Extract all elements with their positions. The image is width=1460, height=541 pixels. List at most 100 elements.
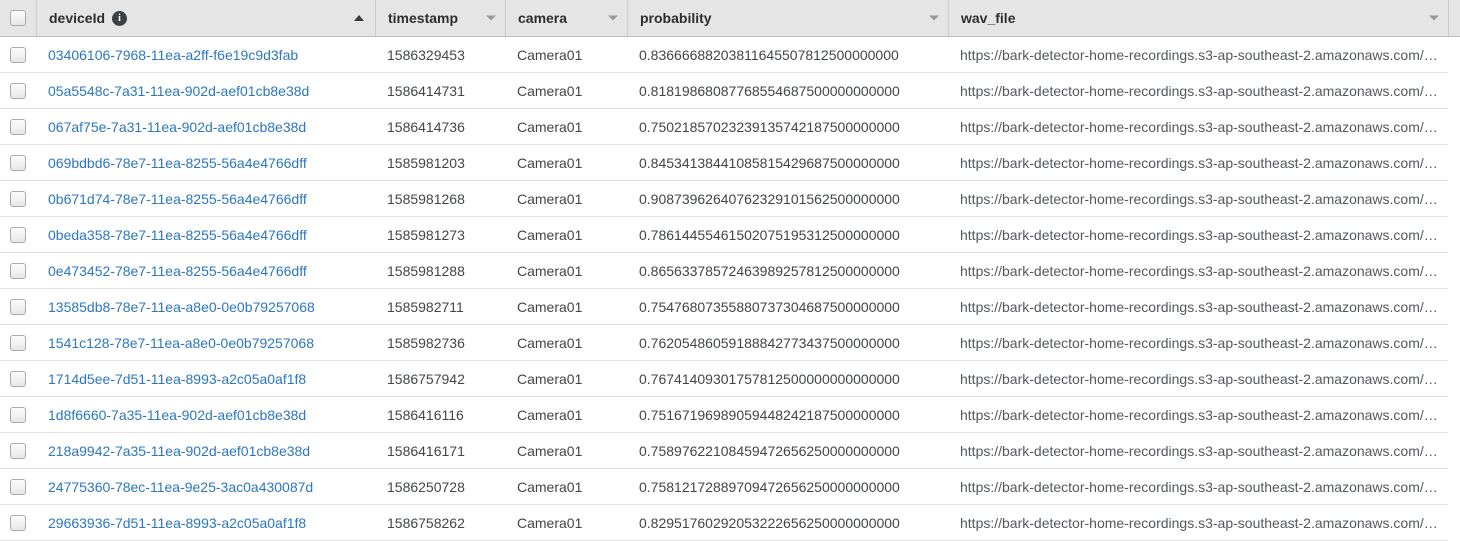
camera-cell: Camera01 (505, 469, 627, 505)
select-all-cell (0, 0, 36, 36)
table-row: 0beda358-78e7-11ea-8255-56a4e4766dff 158… (0, 217, 1460, 253)
timestamp-cell: 1586414731 (375, 73, 505, 109)
probability-cell: 0.75021857023239135742187500000000 (627, 109, 948, 145)
wav-file-cell: https://bark-detector-home-recordings.s3… (948, 253, 1448, 289)
timestamp-cell: 1585981268 (375, 181, 505, 217)
column-header-timestamp[interactable]: timestamp (375, 0, 505, 36)
row-filler-cell (1448, 217, 1460, 253)
probability-cell: 0.90873962640762329101562500000000 (627, 181, 948, 217)
row-checkbox[interactable] (10, 190, 26, 207)
column-header-deviceid[interactable]: deviceId i (36, 0, 375, 36)
device-id-link[interactable]: 24775360-78ec-11ea-9e25-3ac0a430087d (48, 479, 313, 495)
row-checkbox[interactable] (10, 262, 26, 279)
device-id-link[interactable]: 29663936-7d51-11ea-8993-a2c05a0af1f8 (48, 515, 306, 531)
row-filler-cell (1448, 397, 1460, 433)
row-checkbox[interactable] (10, 334, 26, 351)
device-id-link[interactable]: 0b671d74-78e7-11ea-8255-56a4e4766dff (48, 191, 307, 207)
camera-cell: Camera01 (505, 433, 627, 469)
camera-cell: Camera01 (505, 505, 627, 541)
camera-cell: Camera01 (505, 253, 627, 289)
probability-cell: 0.82951760292053222656250000000000 (627, 505, 948, 541)
timestamp-cell: 1585982736 (375, 325, 505, 361)
row-checkbox[interactable] (10, 226, 26, 243)
camera-cell: Camera01 (505, 217, 627, 253)
table-row: 069bdbd6-78e7-11ea-8255-56a4e4766dff 158… (0, 145, 1460, 181)
timestamp-cell: 1586416171 (375, 433, 505, 469)
camera-cell: Camera01 (505, 361, 627, 397)
row-filler-cell (1448, 325, 1460, 361)
column-label-deviceid: deviceId (49, 10, 106, 26)
table-row: 05a5548c-7a31-11ea-902d-aef01cb8e38d 158… (0, 73, 1460, 109)
row-filler-cell (1448, 109, 1460, 145)
device-id-link[interactable]: 1541c128-78e7-11ea-a8e0-0e0b79257068 (48, 335, 314, 351)
camera-cell: Camera01 (505, 289, 627, 325)
probability-cell: 0.75812172889709472656250000000000 (627, 469, 948, 505)
row-checkbox[interactable] (10, 442, 26, 459)
wav-file-cell: https://bark-detector-home-recordings.s3… (948, 469, 1448, 505)
device-id-link[interactable]: 218a9942-7a35-11ea-902d-aef01cb8e38d (48, 443, 310, 459)
table-row: 067af75e-7a31-11ea-902d-aef01cb8e38d 158… (0, 109, 1460, 145)
timestamp-cell: 1586758262 (375, 505, 505, 541)
table-row: 218a9942-7a35-11ea-902d-aef01cb8e38d 158… (0, 433, 1460, 469)
info-icon[interactable]: i (112, 10, 128, 26)
timestamp-cell: 1586414736 (375, 109, 505, 145)
column-header-probability[interactable]: probability (627, 0, 948, 36)
device-id-link[interactable]: 03406106-7968-11ea-a2ff-f6e19c9d3fab (48, 47, 298, 63)
row-checkbox[interactable] (10, 118, 26, 135)
row-filler-cell (1448, 253, 1460, 289)
device-id-link[interactable]: 0e473452-78e7-11ea-8255-56a4e4766dff (48, 263, 307, 279)
header-filler-cell (1448, 0, 1460, 36)
table-row: 29663936-7d51-11ea-8993-a2c05a0af1f8 158… (0, 505, 1460, 541)
chevron-down-icon[interactable] (486, 15, 496, 21)
wav-file-cell: https://bark-detector-home-recordings.s3… (948, 289, 1448, 325)
row-checkbox[interactable] (10, 82, 26, 99)
column-header-camera[interactable]: camera (505, 0, 627, 36)
device-id-link[interactable]: 069bdbd6-78e7-11ea-8255-56a4e4766dff (48, 155, 307, 171)
probability-cell: 0.76741409301757812500000000000000 (627, 361, 948, 397)
select-all-checkbox[interactable] (10, 10, 26, 26)
device-id-link[interactable]: 13585db8-78e7-11ea-a8e0-0e0b79257068 (48, 299, 315, 315)
wav-file-cell: https://bark-detector-home-recordings.s3… (948, 397, 1448, 433)
row-checkbox[interactable] (10, 154, 26, 171)
timestamp-cell: 1585981203 (375, 145, 505, 181)
device-id-link[interactable]: 1714d5ee-7d51-11ea-8993-a2c05a0af1f8 (48, 371, 306, 387)
row-checkbox[interactable] (10, 478, 26, 495)
probability-cell: 0.83666688203811645507812500000000 (627, 37, 948, 73)
device-id-link[interactable]: 1d8f6660-7a35-11ea-902d-aef01cb8e38d (48, 407, 306, 423)
timestamp-cell: 1585981288 (375, 253, 505, 289)
table-row: 1d8f6660-7a35-11ea-902d-aef01cb8e38d 158… (0, 397, 1460, 433)
probability-cell: 0.84534138441085815429687500000000 (627, 145, 948, 181)
row-checkbox[interactable] (10, 514, 26, 531)
chevron-down-icon[interactable] (929, 15, 939, 21)
row-checkbox[interactable] (10, 370, 26, 387)
row-checkbox[interactable] (10, 298, 26, 315)
table-row: 13585db8-78e7-11ea-a8e0-0e0b79257068 158… (0, 289, 1460, 325)
wav-file-cell: https://bark-detector-home-recordings.s3… (948, 145, 1448, 181)
wav-file-cell: https://bark-detector-home-recordings.s3… (948, 181, 1448, 217)
wav-file-cell: https://bark-detector-home-recordings.s3… (948, 109, 1448, 145)
camera-cell: Camera01 (505, 181, 627, 217)
device-id-link[interactable]: 067af75e-7a31-11ea-902d-aef01cb8e38d (48, 119, 306, 135)
column-label-wav-file: wav_file (961, 10, 1016, 26)
column-label-probability: probability (640, 10, 712, 26)
wav-file-cell: https://bark-detector-home-recordings.s3… (948, 325, 1448, 361)
row-filler-cell (1448, 505, 1460, 541)
table-header: deviceId i timestamp camera probability … (0, 0, 1460, 37)
wav-file-cell: https://bark-detector-home-recordings.s3… (948, 73, 1448, 109)
table-row: 0e473452-78e7-11ea-8255-56a4e4766dff 158… (0, 253, 1460, 289)
table-row: 03406106-7968-11ea-a2ff-f6e19c9d3fab 158… (0, 37, 1460, 73)
device-id-link[interactable]: 05a5548c-7a31-11ea-902d-aef01cb8e38d (48, 83, 309, 99)
row-checkbox[interactable] (10, 46, 26, 63)
wav-file-cell: https://bark-detector-home-recordings.s3… (948, 361, 1448, 397)
probability-cell: 0.81819868087768554687500000000000 (627, 73, 948, 109)
row-filler-cell (1448, 469, 1460, 505)
row-filler-cell (1448, 145, 1460, 181)
device-id-link[interactable]: 0beda358-78e7-11ea-8255-56a4e4766dff (48, 227, 307, 243)
column-header-wav-file[interactable]: wav_file (948, 0, 1448, 36)
chevron-down-icon[interactable] (608, 15, 618, 21)
row-filler-cell (1448, 37, 1460, 73)
row-checkbox[interactable] (10, 406, 26, 423)
row-filler-cell (1448, 181, 1460, 217)
wav-file-cell: https://bark-detector-home-recordings.s3… (948, 217, 1448, 253)
chevron-down-icon[interactable] (1429, 15, 1439, 21)
